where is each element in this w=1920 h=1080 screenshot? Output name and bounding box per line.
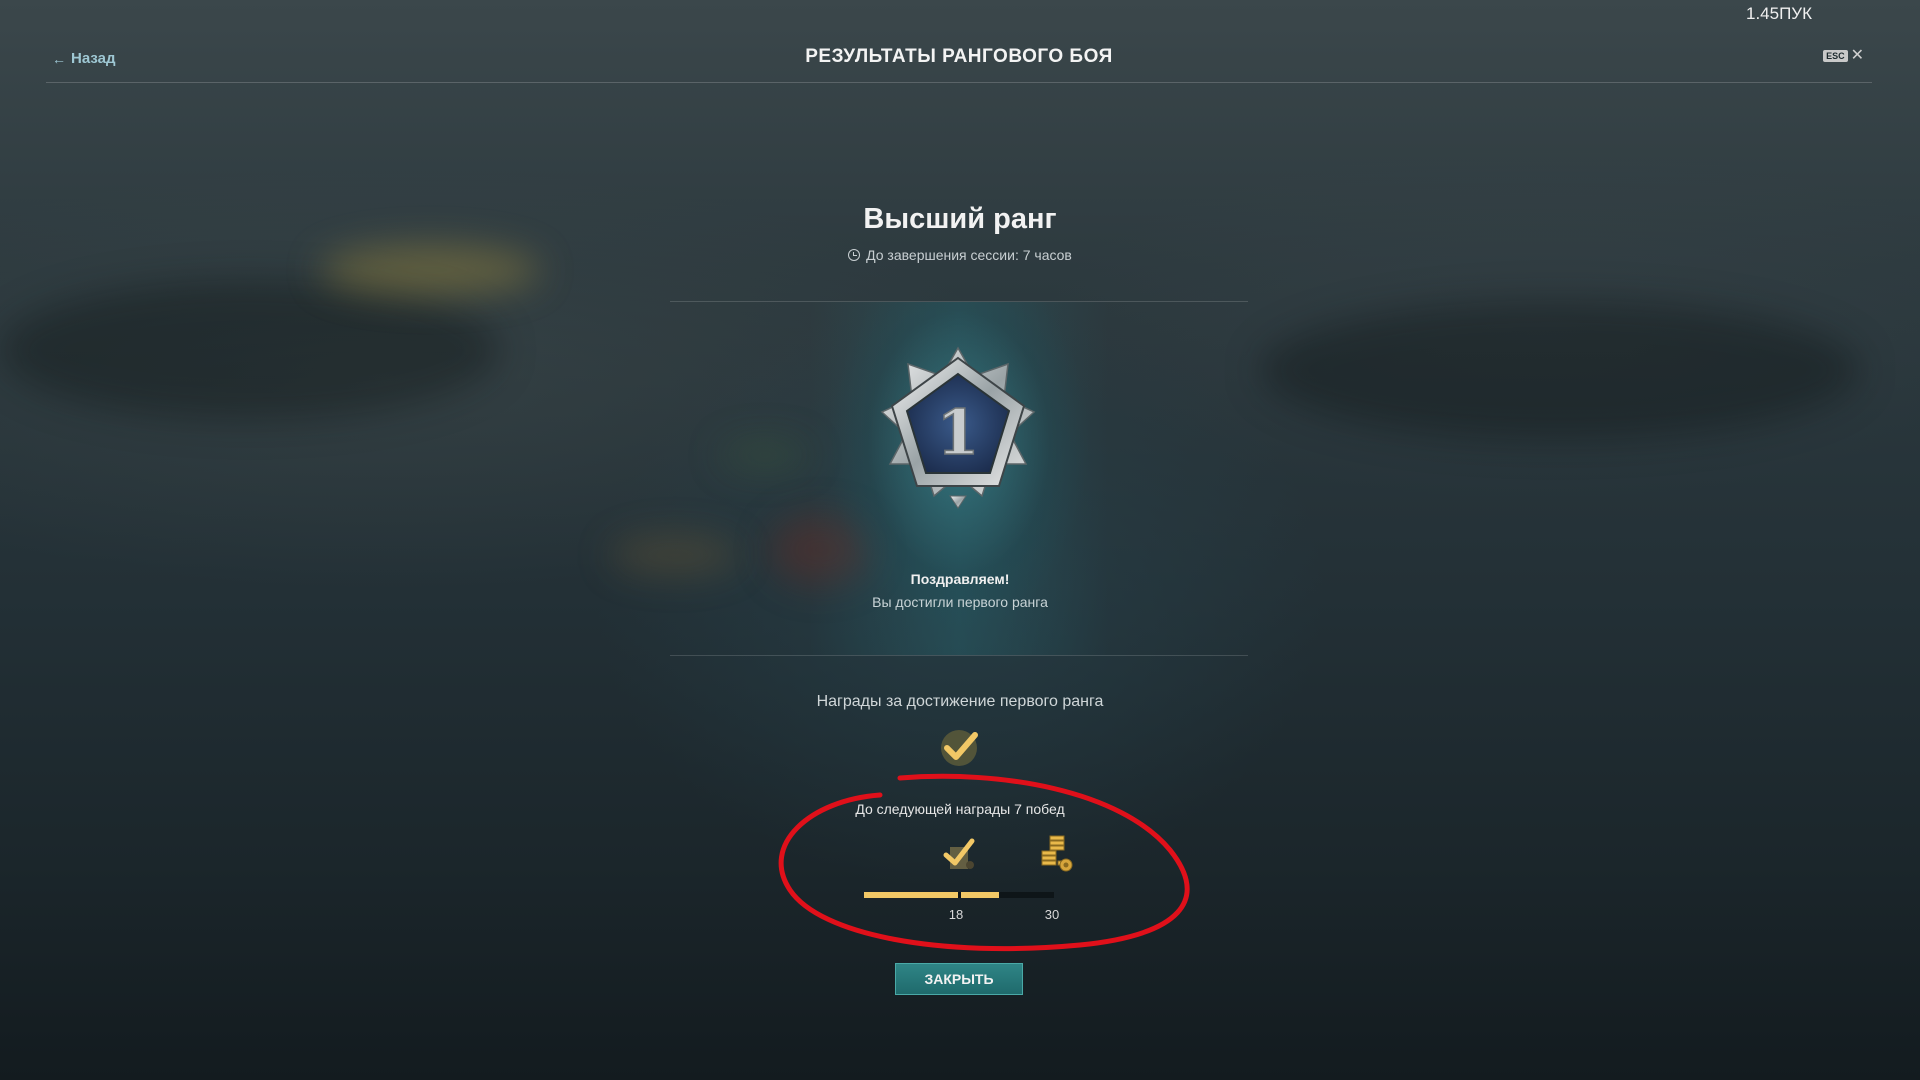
flag-check-icon <box>943 838 975 869</box>
congrats-heading: Поздравляем! <box>910 571 1010 587</box>
next-reward-text: До следующей награды 7 побед <box>855 801 1065 817</box>
coins-icon <box>1041 835 1073 872</box>
session-text: До завершения сессии: 7 часов <box>866 247 1072 263</box>
background-shape <box>1260 300 1860 440</box>
progress-milestone-label: 18 <box>948 907 964 922</box>
close-window-button[interactable]: ESC ✕ <box>1823 47 1864 64</box>
session-timer: До завершения сессии: 7 часов <box>0 247 1920 263</box>
rank-title: Высший ранг <box>863 203 1057 235</box>
background-shape <box>720 440 810 470</box>
close-icon: ✕ <box>1850 47 1864 64</box>
divider <box>670 655 1248 656</box>
rank-reached-text: Вы достигли первого ранга <box>872 594 1048 610</box>
rank-badge-number: 1 <box>936 396 979 469</box>
rank-badge-icon: 1 <box>880 346 1036 509</box>
rewards-title: Награды за достижение первого ранга <box>816 693 1104 710</box>
clock-icon <box>848 249 861 261</box>
progress-milestone-marker <box>958 892 961 898</box>
close-button[interactable]: ЗАКРЫТЬ <box>895 963 1023 995</box>
version-label: 1.45ПУК <box>1745 4 1812 23</box>
esc-key-badge: ESC <box>1823 50 1848 62</box>
background-shape <box>610 535 740 575</box>
flag-check-icon <box>941 730 978 766</box>
background-shape <box>0 280 500 420</box>
progress-milestone-label: 30 <box>1044 907 1060 922</box>
reward-progress-bar <box>864 892 1054 898</box>
progress-fill <box>864 892 999 898</box>
header-bar: ← Назад РЕЗУЛЬТАТЫ РАНГОВОГО БОЯ ESC ✕ <box>46 38 1872 83</box>
page-title: РЕЗУЛЬТАТЫ РАНГОВОГО БОЯ <box>805 46 1113 67</box>
